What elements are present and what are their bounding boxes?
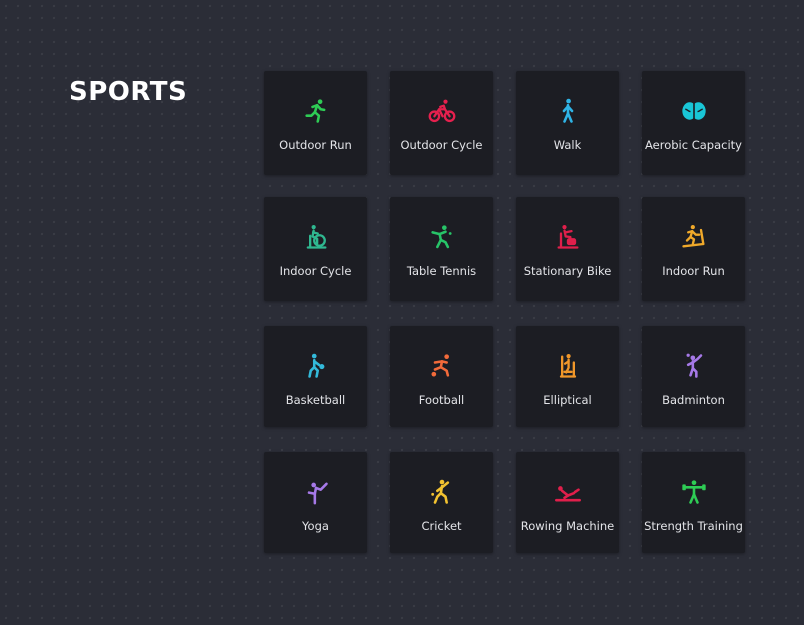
outdoor-run-icon: [302, 97, 330, 125]
sport-label: Stationary Bike: [523, 264, 612, 278]
sport-label: Strength Training: [644, 519, 743, 533]
sport-tile-aerobic-capacity[interactable]: Aerobic Capacity: [642, 71, 745, 175]
sport-label: Badminton: [662, 393, 725, 407]
indoor-cycle-icon: [302, 223, 330, 251]
football-icon: [428, 352, 456, 380]
sport-label: Rowing Machine: [520, 519, 615, 533]
sport-tile-badminton[interactable]: Badminton: [642, 326, 745, 427]
yoga-icon: [302, 478, 330, 506]
sport-tile-basketball[interactable]: Basketball: [264, 326, 367, 427]
elliptical-icon: [554, 352, 582, 380]
sport-tile-elliptical[interactable]: Elliptical: [516, 326, 619, 427]
rowing-machine-icon: [554, 478, 582, 506]
sport-tile-indoor-cycle[interactable]: Indoor Cycle: [264, 197, 367, 301]
sport-label: Outdoor Cycle: [400, 138, 483, 152]
sport-tile-strength-training[interactable]: Strength Training: [642, 452, 745, 553]
sport-label: Table Tennis: [406, 264, 477, 278]
sport-tile-cricket[interactable]: Cricket: [390, 452, 493, 553]
sport-label: Outdoor Run: [279, 138, 352, 152]
sport-label: Yoga: [302, 519, 329, 533]
cricket-icon: [428, 478, 456, 506]
sport-tile-outdoor-run[interactable]: Outdoor Run: [264, 71, 367, 175]
strength-training-icon: [680, 478, 708, 506]
sport-tile-indoor-run[interactable]: Indoor Run: [642, 197, 745, 301]
sport-label: Cricket: [421, 519, 462, 533]
sport-label: Elliptical: [543, 393, 592, 407]
sport-label: Basketball: [285, 393, 346, 407]
stationary-bike-icon: [554, 223, 582, 251]
sport-tile-football[interactable]: Football: [390, 326, 493, 427]
page-title: SPORTS: [69, 77, 188, 107]
sport-tile-table-tennis[interactable]: Table Tennis: [390, 197, 493, 301]
sport-tile-stationary-bike[interactable]: Stationary Bike: [516, 197, 619, 301]
table-tennis-icon: [428, 223, 456, 251]
badminton-icon: [680, 352, 708, 380]
sport-tile-walk[interactable]: Walk: [516, 71, 619, 175]
sport-label: Walk: [553, 138, 582, 152]
sport-tile-yoga[interactable]: Yoga: [264, 452, 367, 553]
sport-tile-rowing-machine[interactable]: Rowing Machine: [516, 452, 619, 553]
brain-icon: [680, 97, 708, 125]
indoor-run-icon: [680, 223, 708, 251]
outdoor-cycle-icon: [428, 97, 456, 125]
basketball-icon: [302, 352, 330, 380]
sport-label: Indoor Run: [662, 264, 725, 278]
sports-grid: Outdoor Run Outdoor Cycle Walk Aerobic C…: [264, 71, 745, 553]
sport-tile-outdoor-cycle[interactable]: Outdoor Cycle: [390, 71, 493, 175]
walk-icon: [554, 97, 582, 125]
sport-label: Indoor Cycle: [279, 264, 352, 278]
sport-label: Aerobic Capacity: [645, 138, 742, 152]
sport-label: Football: [418, 393, 465, 407]
